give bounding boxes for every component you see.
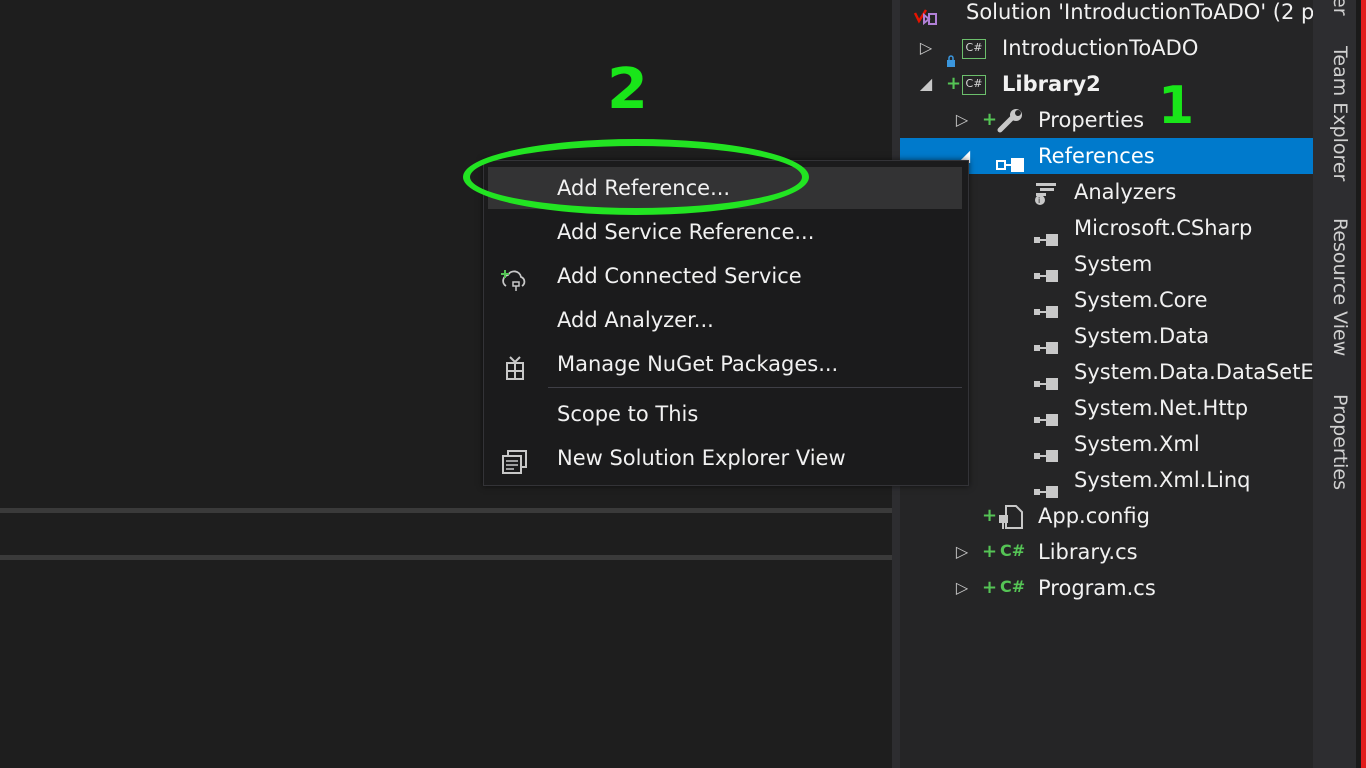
- menu-item-label: Add Service Reference...: [557, 220, 815, 244]
- tree-item-label: System.Xml: [1074, 432, 1200, 456]
- menu-item-label: Scope to This: [557, 402, 699, 426]
- tree-item-project-library2[interactable]: ◢ + C# Library2: [900, 66, 1313, 102]
- menu-item-scope-to-this[interactable]: Scope to This: [488, 393, 962, 435]
- tree-item-label: Library2: [1002, 72, 1101, 96]
- menu-item-add-service-reference[interactable]: Add Service Reference...: [488, 211, 962, 253]
- tree-item-library-cs[interactable]: ▷ + C# Library.cs: [900, 534, 1313, 570]
- assembly-reference-icon: [1032, 438, 1062, 462]
- tab-resource-view[interactable]: Resource View: [1317, 218, 1351, 378]
- tab-team-explorer[interactable]: Team Explorer: [1317, 46, 1351, 196]
- assembly-reference-icon: [1032, 258, 1062, 282]
- tab-properties[interactable]: Properties: [1317, 394, 1351, 504]
- annotation-step-2: 2: [607, 57, 648, 122]
- tree-item-label: System.Data.DataSetEx: [1074, 360, 1313, 384]
- menu-separator: [548, 387, 962, 388]
- side-tool-tabs: er Team Explorer Resource View Propertie…: [1313, 0, 1356, 768]
- tree-item-label: IntroductionToADO: [1002, 36, 1199, 60]
- lock-icon: [946, 42, 956, 67]
- menu-item-label: Add Connected Service: [557, 264, 802, 288]
- tree-item-program-cs[interactable]: ▷ + C# Program.cs: [900, 570, 1313, 606]
- csharp-project-icon: C#: [962, 75, 986, 95]
- wrench-icon: [996, 108, 1026, 134]
- csharp-file-icon: C#: [1000, 541, 1026, 560]
- editor-divider: [0, 508, 892, 513]
- tree-item-label: References: [1038, 144, 1155, 168]
- red-accent-strip: [1361, 0, 1366, 768]
- annotation-highlight-ellipse: [463, 139, 809, 215]
- config-file-icon: [996, 504, 1024, 530]
- menu-item-add-connected-service[interactable]: Add Connected Service: [488, 255, 962, 297]
- tree-item-label: Analyzers: [1074, 180, 1177, 204]
- assembly-reference-icon: [1032, 222, 1062, 246]
- menu-item-add-analyzer[interactable]: Add Analyzer...: [488, 299, 962, 341]
- add-pending-icon: +: [982, 109, 998, 130]
- analyzer-icon: i: [1032, 180, 1060, 206]
- assembly-reference-icon: [1032, 294, 1062, 318]
- tree-item-app-config[interactable]: + App.config: [900, 498, 1313, 534]
- csharp-project-icon: C#: [962, 39, 986, 59]
- menu-item-new-solution-explorer-view[interactable]: New Solution Explorer View: [488, 437, 962, 479]
- assembly-reference-icon: [1032, 402, 1062, 426]
- nuget-icon: [500, 352, 530, 380]
- tree-item-label: System: [1074, 252, 1153, 276]
- tab-solution-explorer-fragment[interactable]: er: [1317, 0, 1351, 26]
- assembly-reference-icon: [1032, 474, 1062, 498]
- tree-item-label: Solution 'IntroductionToADO' (2 p: [966, 0, 1313, 24]
- expand-arrow-icon[interactable]: ▷: [954, 534, 970, 570]
- expand-arrow-icon[interactable]: ▷: [954, 102, 970, 138]
- tree-item-label: Properties: [1038, 108, 1145, 132]
- connected-service-icon: [500, 264, 530, 291]
- expand-arrow-icon[interactable]: ▷: [918, 30, 934, 66]
- expand-arrow-icon[interactable]: ▷: [954, 570, 970, 606]
- menu-item-label: Add Analyzer...: [557, 308, 714, 332]
- tree-item-solution[interactable]: Solution 'IntroductionToADO' (2 p: [900, 0, 1313, 30]
- solution-icon: [912, 4, 937, 26]
- add-pending-icon: +: [946, 73, 962, 94]
- tree-item-project-introductiontoado[interactable]: ▷ C# IntroductionToADO: [900, 30, 1313, 67]
- assembly-reference-icon: [1032, 330, 1062, 354]
- add-pending-icon: +: [982, 577, 998, 598]
- tree-item-label: System.Xml.Linq: [1074, 468, 1251, 492]
- new-view-icon: [500, 446, 530, 474]
- csharp-file-icon: C#: [1000, 577, 1026, 596]
- annotation-step-1: 1: [1158, 76, 1195, 136]
- tree-item-label: App.config: [1038, 504, 1150, 528]
- references-icon: [996, 148, 1028, 172]
- collapse-arrow-icon[interactable]: ◢: [918, 66, 934, 102]
- tree-item-label: System.Net.Http: [1074, 396, 1249, 420]
- menu-item-manage-nuget[interactable]: Manage NuGet Packages...: [488, 343, 962, 385]
- tree-item-label: System.Data: [1074, 324, 1210, 348]
- menu-item-label: New Solution Explorer View: [557, 446, 846, 470]
- add-pending-icon: +: [982, 505, 998, 526]
- editor-divider: [0, 555, 892, 560]
- assembly-reference-icon: [1032, 366, 1062, 390]
- tree-item-properties[interactable]: ▷ + Properties: [900, 102, 1313, 138]
- menu-item-label: Manage NuGet Packages...: [557, 352, 839, 376]
- tree-item-label: Microsoft.CSharp: [1074, 216, 1253, 240]
- svg-text:i: i: [1038, 196, 1040, 205]
- add-pending-icon: +: [982, 541, 998, 562]
- window-edge: [1356, 0, 1366, 768]
- tree-item-label: Library.cs: [1038, 540, 1138, 564]
- tree-item-label: Program.cs: [1038, 576, 1156, 600]
- tree-item-label: System.Core: [1074, 288, 1208, 312]
